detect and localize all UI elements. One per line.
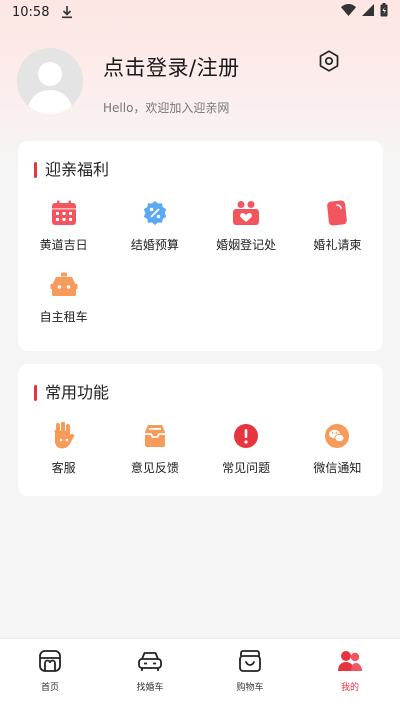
- customer-service-icon: [49, 421, 79, 451]
- welfare-item-label: 婚礼请柬: [313, 238, 362, 252]
- status-bar: 10:58: [0, 0, 400, 24]
- nav-label: 我的: [340, 683, 359, 693]
- login-register-link[interactable]: 点击登录/注册: [103, 52, 240, 82]
- marriage-registry-icon: [231, 198, 261, 228]
- discount-badge-icon: [140, 198, 170, 228]
- welfare-item-label: 结婚预算: [130, 238, 179, 252]
- function-item-label: 常见问题: [222, 461, 271, 475]
- nav-item-cart[interactable]: 购物车: [200, 639, 300, 711]
- nav-item-home[interactable]: 首页: [0, 639, 100, 711]
- wechat-icon: [322, 421, 352, 451]
- welfare-item-label: 黄道吉日: [39, 238, 88, 252]
- gear-icon: [319, 50, 339, 72]
- status-time: 10:58: [12, 4, 50, 20]
- welcome-text: Hello，欢迎加入迎亲网: [103, 101, 230, 115]
- battery-icon: [380, 3, 388, 21]
- car-rental-icon: [49, 270, 79, 300]
- welfare-item-marriage-registry[interactable]: 婚姻登记处: [201, 198, 292, 253]
- feedback-tray-icon: [140, 421, 170, 451]
- nav-item-find-car[interactable]: 找婚车: [100, 639, 200, 711]
- user-placeholder-icon: [27, 62, 73, 114]
- nav-label: 首页: [40, 683, 59, 693]
- functions-card: 常用功能 客服 意见反馈 常见问题 微信通知: [18, 364, 383, 496]
- welfare-grid: 黄道吉日 结婚预算 婚姻登记处 婚礼请柬 自主租车: [18, 198, 383, 325]
- home-icon: [37, 648, 63, 674]
- wifi-icon: [341, 4, 356, 20]
- function-item-label: 意见反馈: [130, 461, 179, 475]
- nav-item-profile[interactable]: 我的: [300, 639, 400, 711]
- download-icon: [61, 5, 73, 19]
- welfare-item-car-rental[interactable]: 自主租车: [18, 270, 109, 325]
- welfare-item-auspicious-days[interactable]: 黄道吉日: [18, 198, 109, 253]
- function-item-customer-service[interactable]: 客服: [18, 421, 109, 476]
- function-item-label: 客服: [51, 461, 76, 475]
- function-item-label: 微信通知: [313, 461, 362, 475]
- bottom-nav: 首页 找婚车 购物车 我的: [0, 638, 400, 711]
- profile-icon: [337, 648, 363, 674]
- cart-icon: [237, 648, 263, 674]
- nav-label: 找婚车: [136, 683, 164, 693]
- settings-button[interactable]: [316, 48, 342, 74]
- calendar-icon: [49, 198, 79, 228]
- welfare-item-wedding-invitation[interactable]: 婚礼请柬: [292, 198, 383, 253]
- invitation-icon: [322, 198, 352, 228]
- function-item-faq[interactable]: 常见问题: [201, 421, 292, 476]
- functions-grid: 客服 意见反馈 常见问题 微信通知: [18, 421, 383, 476]
- faq-alert-icon: [231, 421, 261, 451]
- nav-label: 购物车: [236, 683, 264, 693]
- welfare-item-label: 自主租车: [39, 310, 88, 324]
- welfare-card: 迎亲福利 黄道吉日 结婚预算 婚姻登记处 婚礼请柬 自主租车: [18, 141, 383, 351]
- avatar[interactable]: [17, 48, 83, 114]
- signal-icon: [362, 4, 374, 20]
- wedding-car-icon: [137, 648, 163, 674]
- function-item-wechat-notify[interactable]: 微信通知: [292, 421, 383, 476]
- function-item-feedback[interactable]: 意见反馈: [109, 421, 200, 476]
- functions-title: 常用功能: [34, 384, 109, 402]
- welfare-item-wedding-budget[interactable]: 结婚预算: [109, 198, 200, 253]
- welfare-title: 迎亲福利: [34, 161, 109, 179]
- welfare-item-label: 婚姻登记处: [216, 238, 277, 252]
